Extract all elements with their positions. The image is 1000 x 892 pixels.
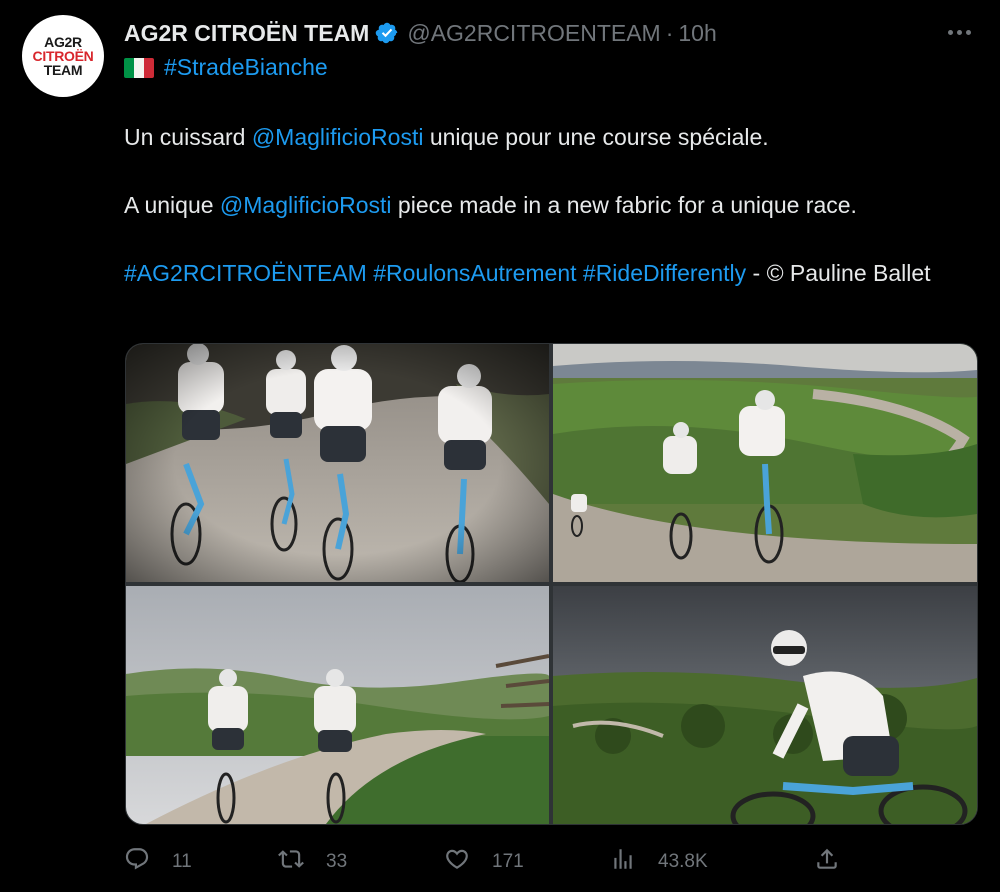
more-horizontal-icon[interactable] [944, 20, 974, 44]
media-grid [125, 343, 978, 825]
tweet-actions: 11 33 171 43.8K [124, 842, 840, 882]
avatar-logo-line-1: AG2R [44, 34, 82, 50]
text-segment: unique pour une course spéciale. [423, 124, 769, 150]
heart-icon [444, 846, 470, 878]
text-segment: piece made in a new fabric for a unique … [391, 192, 857, 218]
avatar-logo-line-2: CITROËN [32, 48, 94, 64]
author-handle[interactable]: @AG2RCITROENTEAM [407, 20, 660, 47]
reply-button[interactable]: 11 [124, 842, 192, 882]
tweet-paragraph: #AG2RCITROËNTEAM #RoulonsAutrement #Ride… [124, 256, 974, 290]
photo-rider-closeup[interactable] [553, 586, 977, 824]
verified-badge-icon[interactable] [375, 21, 399, 45]
like-button[interactable]: 171 [444, 842, 524, 882]
photo-riders-countryside[interactable] [553, 344, 977, 582]
tweet-text: Un cuissard @MaglificioRosti unique pour… [124, 120, 974, 290]
tweet-paragraph: Un cuissard @MaglificioRosti unique pour… [124, 120, 974, 154]
display-name[interactable]: AG2R CITROËN TEAM [124, 20, 369, 47]
hashtag-link[interactable]: #StradeBianche [164, 54, 328, 81]
text-segment: Un cuissard [124, 124, 252, 150]
hashtag-link[interactable]: #RoulonsAutrement [373, 260, 576, 286]
photo-riders-from-behind[interactable] [126, 586, 549, 824]
mention-link[interactable]: @MaglificioRosti [220, 192, 392, 218]
views-count: 43.8K [658, 851, 708, 872]
italy-flag-icon [124, 57, 154, 78]
mention-link[interactable]: @MaglificioRosti [252, 124, 424, 150]
timestamp[interactable]: 10h [678, 20, 716, 47]
photo-riders-group[interactable] [126, 344, 549, 582]
tweet[interactable]: AG2R CITROËN TEAM AG2R CITROËN TEAM @AG2… [0, 0, 1000, 892]
share-icon [814, 846, 840, 878]
views-icon [610, 846, 636, 878]
text-segment: A unique [124, 192, 220, 218]
retweet-count: 33 [326, 851, 348, 872]
retweet-icon [278, 846, 304, 878]
tweet-paragraph: A unique @MaglificioRosti piece made in … [124, 188, 974, 222]
separator-dot: · [665, 19, 674, 46]
tagline: #StradeBianche [124, 54, 328, 81]
retweet-button[interactable]: 33 [278, 842, 347, 882]
hashtag-link[interactable]: #RideDifferently [583, 260, 746, 286]
text-segment: - © Pauline Ballet [746, 260, 931, 286]
like-count: 171 [492, 851, 524, 872]
avatar[interactable]: AG2R CITROËN TEAM [22, 15, 104, 97]
hashtag-link[interactable]: #AG2RCITROËNTEAM [124, 260, 367, 286]
reply-count: 11 [172, 851, 192, 872]
avatar-logo-line-3: TEAM [43, 62, 83, 78]
views-button[interactable]: 43.8K [610, 842, 708, 882]
tweet-header: AG2R CITROËN TEAM @AG2RCITROENTEAM · 10h [124, 16, 717, 50]
reply-icon [124, 846, 150, 878]
share-button[interactable] [814, 842, 840, 882]
